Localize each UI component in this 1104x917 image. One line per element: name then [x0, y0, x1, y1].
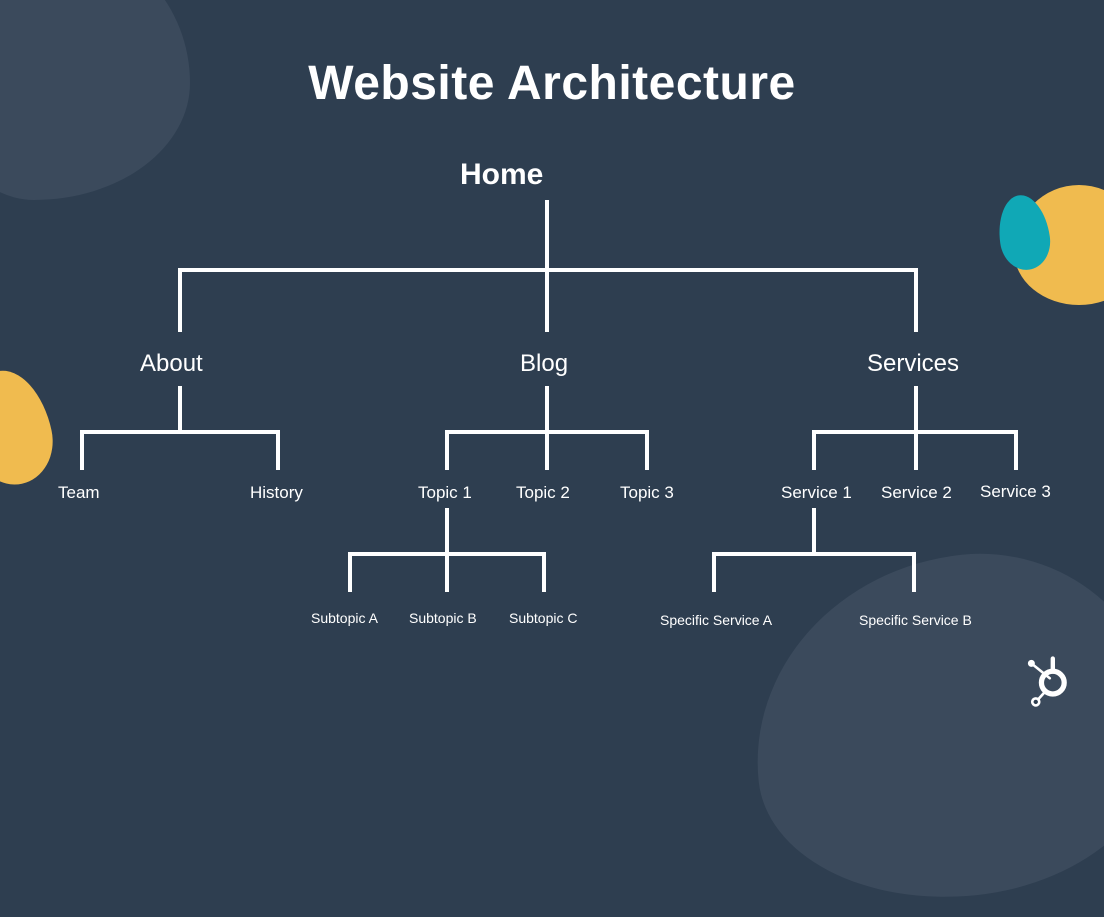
node-team: Team [58, 483, 100, 503]
connector [80, 430, 84, 470]
connector [645, 430, 649, 470]
node-topic-2: Topic 2 [516, 483, 570, 503]
node-blog: Blog [520, 350, 568, 378]
connector [178, 268, 182, 332]
connector [80, 430, 280, 434]
connector [1014, 430, 1018, 470]
hubspot-sprocket-icon [1020, 652, 1076, 708]
connector [445, 508, 449, 552]
node-services: Services [867, 350, 959, 378]
connector [712, 552, 716, 592]
connector [545, 430, 549, 470]
connector [812, 508, 816, 552]
node-service-3: Service 3 [980, 482, 1051, 502]
node-home: Home [460, 158, 543, 192]
connector [912, 552, 916, 592]
connector [445, 552, 449, 592]
connector [712, 552, 916, 556]
node-service-2: Service 2 [881, 483, 952, 503]
connector [545, 268, 549, 332]
blob-bottom-right [737, 536, 1104, 917]
connector [914, 386, 918, 430]
node-subtopic-c: Subtopic C [509, 610, 577, 626]
connector [445, 430, 449, 470]
connector [348, 552, 352, 592]
connector [545, 386, 549, 430]
connector [178, 386, 182, 430]
node-subtopic-a: Subtopic A [311, 610, 378, 626]
node-specific-service-a: Specific Service A [660, 612, 772, 628]
node-about: About [140, 350, 203, 378]
node-topic-1: Topic 1 [418, 483, 472, 503]
node-specific-service-b: Specific Service B [859, 612, 972, 628]
connector [276, 430, 280, 470]
diagram-title: Website Architecture [0, 56, 1104, 111]
connector [914, 268, 918, 332]
node-subtopic-b: Subtopic B [409, 610, 477, 626]
node-service-1: Service 1 [781, 483, 852, 503]
node-history: History [250, 483, 303, 503]
connector [812, 430, 816, 470]
connector [914, 430, 918, 470]
connector [545, 200, 549, 268]
blob-left-yellow [0, 363, 61, 492]
connector [542, 552, 546, 592]
node-topic-3: Topic 3 [620, 483, 674, 503]
